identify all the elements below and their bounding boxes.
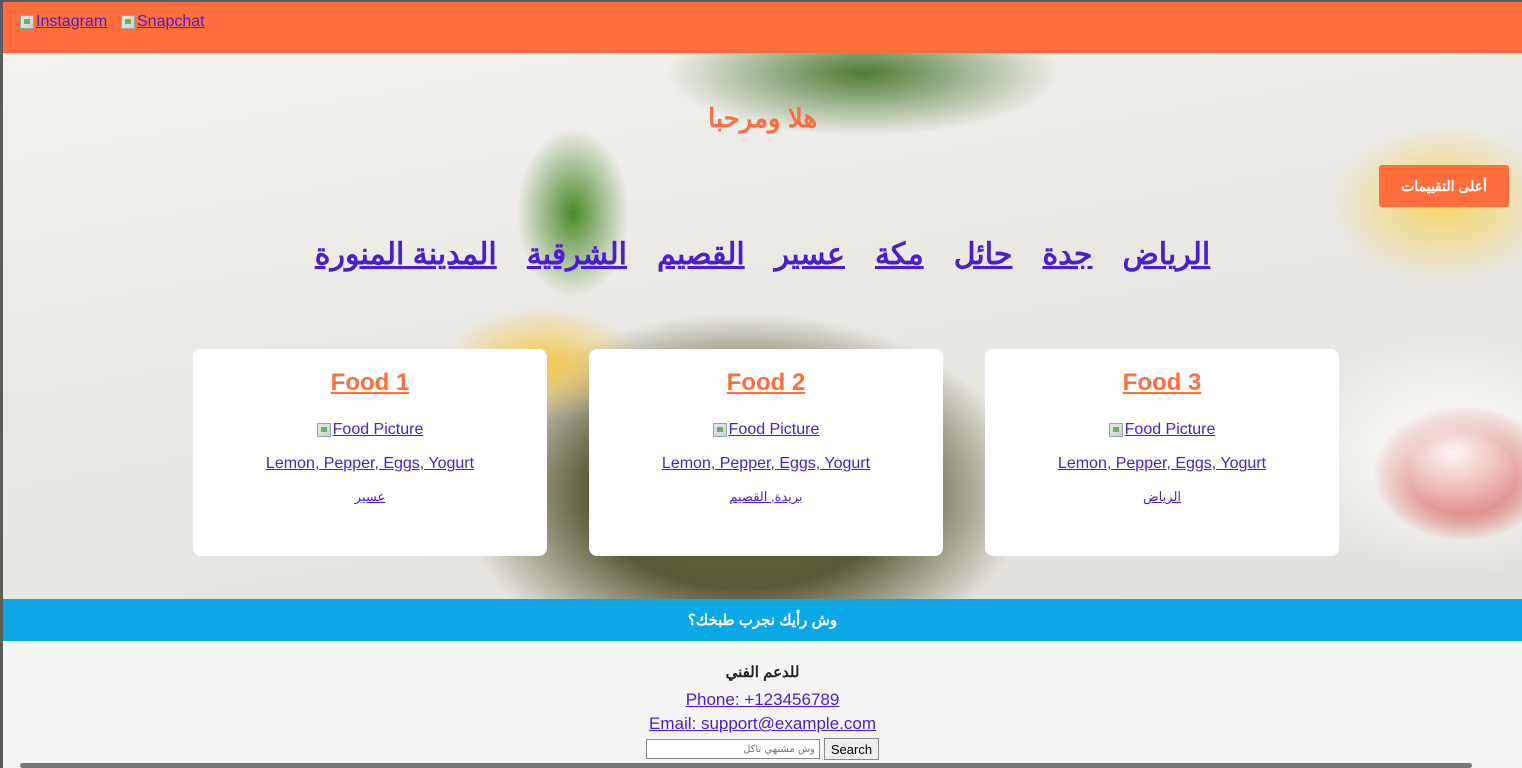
food-ingredients-link[interactable]: Lemon, Pepper, Eggs, Yogurt: [589, 455, 943, 473]
city-link-makkah[interactable]: مكة: [875, 237, 924, 272]
food-card-title[interactable]: Food 2: [727, 369, 806, 397]
food-location-link[interactable]: بريدة, القصيم: [589, 489, 943, 505]
food-picture-alt: Food Picture: [1124, 421, 1216, 438]
search-row: Search: [3, 738, 1522, 760]
phone-anchor[interactable]: Phone: +123456789: [686, 690, 840, 709]
food-ingredients-link[interactable]: Lemon, Pepper, Eggs, Yogurt: [985, 455, 1339, 473]
food-picture-alt: Food Picture: [332, 421, 424, 438]
city-link-eastern[interactable]: الشرقية: [527, 237, 627, 272]
city-link-hail[interactable]: حائل: [954, 237, 1013, 272]
food-picture-alt: Food Picture: [728, 421, 820, 438]
cities-nav: الرياض جدة حائل مكة عسير القصيم الشرقية …: [3, 237, 1522, 272]
food-picture-link[interactable]: Food Picture: [589, 421, 943, 439]
instagram-label: Instagram: [36, 13, 108, 30]
food-location-link[interactable]: الرياض: [985, 489, 1339, 505]
top-bar: Instagram Snapchat: [3, 2, 1522, 53]
city-link-asir[interactable]: عسير: [775, 237, 845, 272]
city-link-jeddah[interactable]: جدة: [1042, 237, 1092, 272]
cta-band: وش رأيك نجرب طبخك؟: [3, 599, 1522, 641]
horizontal-scrollbar[interactable]: [20, 763, 1472, 768]
hero-title: هلا ومرحبا: [707, 103, 818, 133]
broken-image-icon: [712, 423, 727, 437]
instagram-link[interactable]: Instagram: [20, 13, 107, 31]
city-link-riyadh[interactable]: الرياض: [1122, 237, 1210, 272]
search-button[interactable]: Search: [823, 738, 880, 760]
food-ingredients-link[interactable]: Lemon, Pepper, Eggs, Yogurt: [193, 455, 547, 473]
footer: للدعم الفني Phone: +123456789 Email: sup…: [3, 641, 1522, 768]
support-title: للدعم الفني: [725, 664, 800, 681]
broken-image-icon: [121, 15, 135, 29]
city-link-madinah[interactable]: المدينة المنورة: [315, 237, 497, 272]
food-location-link[interactable]: عسير: [193, 489, 547, 505]
food-card-title[interactable]: Food 3: [1123, 369, 1202, 397]
search-input[interactable]: [645, 739, 820, 759]
broken-image-icon: [316, 423, 331, 437]
snapchat-link[interactable]: Snapchat: [121, 13, 205, 31]
email-anchor[interactable]: Email: support@example.com: [649, 714, 876, 733]
food-card: Food 1 Food Picture Lemon, Pepper, Eggs,…: [193, 349, 547, 556]
food-picture-link[interactable]: Food Picture: [985, 421, 1339, 439]
food-card-title[interactable]: Food 1: [331, 369, 410, 397]
city-link-qassim[interactable]: القصيم: [657, 237, 745, 272]
food-card: Food 2 Food Picture Lemon, Pepper, Eggs,…: [589, 349, 943, 556]
hero-section: هلا ومرحبا أعلى التقييمات الرياض جدة حائ…: [3, 53, 1522, 599]
top-rated-button[interactable]: أعلى التقييمات: [1379, 165, 1509, 207]
food-picture-link[interactable]: Food Picture: [193, 421, 547, 439]
email-link: Email: support@example.com: [3, 714, 1522, 734]
food-card: Food 3 Food Picture Lemon, Pepper, Eggs,…: [985, 349, 1339, 556]
phone-link: Phone: +123456789: [3, 690, 1522, 710]
broken-image-icon: [1108, 423, 1123, 437]
broken-image-icon: [20, 15, 34, 29]
snapchat-label: Snapchat: [137, 13, 205, 30]
